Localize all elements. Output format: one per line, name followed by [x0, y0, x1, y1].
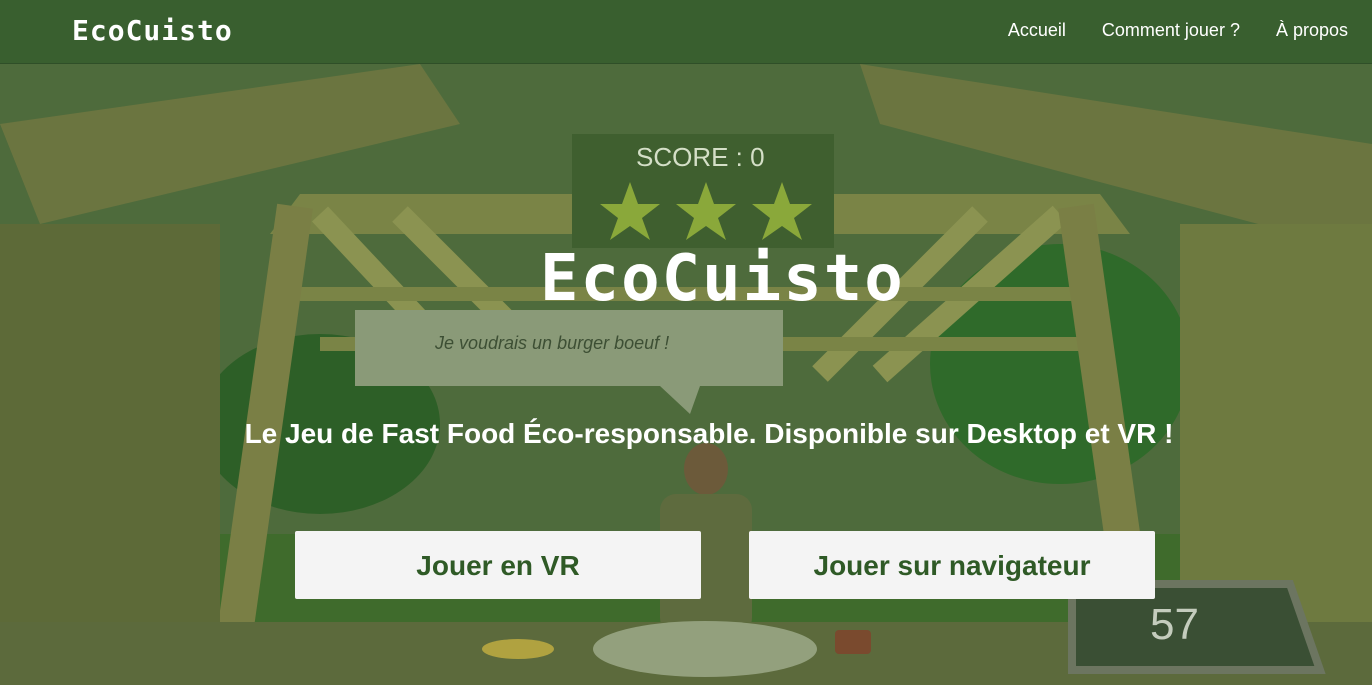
- site-logo[interactable]: EcoCuisto: [72, 14, 233, 47]
- game-timer: 57: [1150, 600, 1199, 649]
- play-browser-button[interactable]: Jouer sur navigateur: [749, 531, 1155, 599]
- game-score-text: SCORE : 0: [636, 142, 765, 172]
- nav-comment-jouer[interactable]: Comment jouer ?: [1102, 20, 1240, 41]
- nav-accueil[interactable]: Accueil: [1008, 20, 1066, 41]
- customer-speech-text: Je voudrais un burger boeuf !: [435, 333, 670, 353]
- top-navbar: EcoCuisto Accueil Comment jouer ? À prop…: [0, 0, 1372, 64]
- main-nav: Accueil Comment jouer ? À propos: [1008, 20, 1348, 41]
- nav-a-propos[interactable]: À propos: [1276, 20, 1348, 41]
- play-vr-button[interactable]: Jouer en VR: [295, 531, 701, 599]
- hero-subtitle: Le Jeu de Fast Food Éco-responsable. Dis…: [244, 418, 1174, 449]
- hero-title: EcoCuisto: [540, 242, 905, 316]
